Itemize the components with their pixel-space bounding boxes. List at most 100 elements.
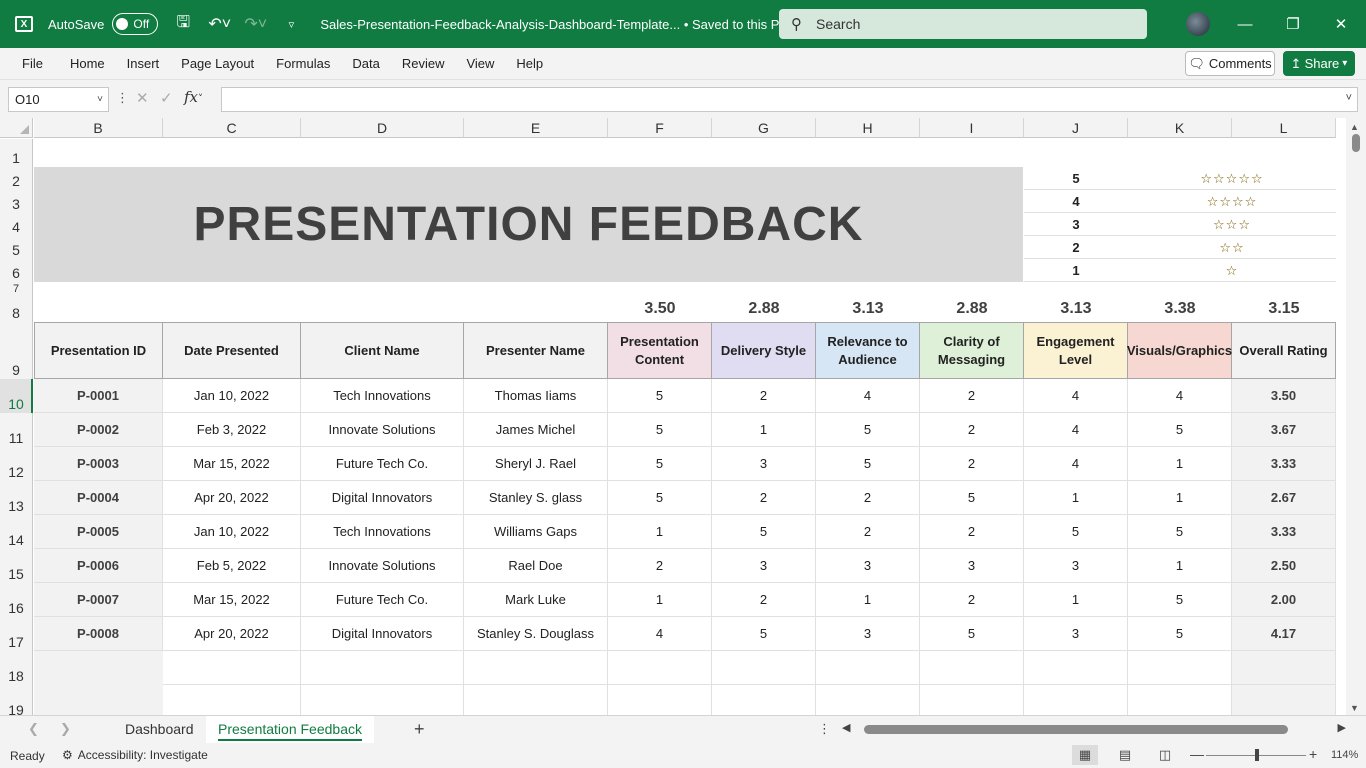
cell-presentation-id[interactable]: P-0007 (34, 583, 163, 617)
column-header-l[interactable]: L (1232, 118, 1336, 138)
empty-cell[interactable] (163, 685, 301, 715)
accessibility-status[interactable]: ⚙ Accessibility: Investigate (62, 748, 208, 762)
vertical-scrollbar[interactable]: ▲ ▼ (1346, 118, 1366, 715)
empty-cell[interactable] (816, 685, 920, 715)
cell-presenter[interactable]: James Michel (464, 413, 608, 447)
row-header-16[interactable]: 16 (0, 583, 33, 617)
cell-presenter[interactable]: Rael Doe (464, 549, 608, 583)
menu-page-layout[interactable]: Page Layout (170, 56, 265, 71)
cell-engagement[interactable]: 4 (1024, 379, 1128, 413)
row-header-7[interactable]: 7 (0, 282, 33, 295)
cell-clarity[interactable]: 2 (920, 515, 1024, 549)
cell-client[interactable]: Future Tech Co. (301, 447, 464, 481)
menu-formulas[interactable]: Formulas (265, 56, 341, 71)
cell-overall[interactable]: 2.67 (1232, 481, 1336, 515)
horizontal-scrollbar[interactable]: ◀ ▶ (840, 721, 1348, 738)
cell-date[interactable]: Mar 15, 2022 (163, 583, 301, 617)
cell-engagement[interactable]: 4 (1024, 413, 1128, 447)
menu-data[interactable]: Data (341, 56, 390, 71)
column-header-g[interactable]: G (712, 118, 816, 138)
empty-cell[interactable] (816, 651, 920, 685)
cell-relevance[interactable]: 2 (816, 515, 920, 549)
header-overall-rating[interactable]: Overall Rating (1232, 322, 1336, 379)
row-header-17[interactable]: 17 (0, 617, 33, 651)
header-engagement[interactable]: Engagement Level (1024, 322, 1128, 379)
header-date-presented[interactable]: Date Presented (163, 322, 301, 379)
average-engagement[interactable]: 3.13 (1024, 298, 1128, 320)
cell-content[interactable]: 1 (608, 515, 712, 549)
cell-overall[interactable]: 3.67 (1232, 413, 1336, 447)
zoom-in-icon[interactable]: + (1309, 746, 1317, 762)
cell-delivery[interactable]: 1 (712, 413, 816, 447)
cell-presentation-id[interactable]: P-0002 (34, 413, 163, 447)
formula-input[interactable]: ˅ (221, 87, 1358, 112)
cell-engagement[interactable]: 1 (1024, 481, 1128, 515)
cell-client[interactable]: Innovate Solutions (301, 549, 464, 583)
empty-cell[interactable] (34, 651, 163, 715)
name-box[interactable]: O10 ˅ (8, 87, 109, 112)
cell-engagement[interactable]: 1 (1024, 583, 1128, 617)
row-header-12[interactable]: 12 (0, 447, 33, 481)
cell-client[interactable]: Digital Innovators (301, 481, 464, 515)
row-header-5[interactable]: 5 (0, 236, 33, 259)
empty-cell[interactable] (464, 651, 608, 685)
autosave-toggle[interactable]: Off (112, 13, 159, 35)
cell-relevance[interactable]: 5 (816, 447, 920, 481)
empty-cell[interactable] (1024, 685, 1128, 715)
scroll-right-icon[interactable]: ▶ (1338, 721, 1346, 734)
cell-visuals[interactable]: 5 (1128, 515, 1232, 549)
cell-overall[interactable]: 3.33 (1232, 447, 1336, 481)
cell-engagement[interactable]: 3 (1024, 617, 1128, 651)
cell-presenter[interactable]: Stanley S. Douglass (464, 617, 608, 651)
menu-file[interactable]: File (0, 56, 59, 71)
row-header-9[interactable]: 9 (0, 322, 33, 379)
cell-presenter[interactable]: Stanley S. glass (464, 481, 608, 515)
document-title[interactable]: Sales-Presentation-Feedback-Analysis-Das… (320, 17, 800, 32)
sheet-tab-dashboard[interactable]: Dashboard (113, 716, 206, 743)
column-header-e[interactable]: E (464, 118, 608, 138)
empty-cell[interactable] (712, 651, 816, 685)
average-relevance[interactable]: 3.13 (816, 298, 920, 320)
share-button[interactable]: ↥ Share ▾ (1283, 51, 1355, 76)
minimize-icon[interactable]: — (1222, 0, 1268, 48)
add-sheet-icon[interactable]: + (414, 719, 425, 740)
redo-icon[interactable]: ↷˅ (244, 14, 267, 34)
cell-relevance[interactable]: 3 (816, 549, 920, 583)
empty-cell[interactable] (1232, 685, 1336, 715)
cell-overall[interactable]: 2.50 (1232, 549, 1336, 583)
cell-client[interactable]: Tech Innovations (301, 515, 464, 549)
column-header-i[interactable]: I (920, 118, 1024, 138)
cell-date[interactable]: Mar 15, 2022 (163, 447, 301, 481)
cell-relevance[interactable]: 5 (816, 413, 920, 447)
column-header-h[interactable]: H (816, 118, 920, 138)
empty-cell[interactable] (1232, 651, 1336, 685)
avatar[interactable] (1186, 12, 1210, 36)
row-header-3[interactable]: 3 (0, 190, 33, 213)
header-presenter-name[interactable]: Presenter Name (464, 322, 608, 379)
cell-relevance[interactable]: 2 (816, 481, 920, 515)
cell-engagement[interactable]: 5 (1024, 515, 1128, 549)
cell-engagement[interactable]: 4 (1024, 447, 1128, 481)
cell-content[interactable]: 5 (608, 379, 712, 413)
comments-button[interactable]: 🗨 Comments (1185, 51, 1275, 76)
row-header-10[interactable]: 10 (0, 379, 33, 413)
cell-presentation-id[interactable]: P-0005 (34, 515, 163, 549)
cell-date[interactable]: Feb 5, 2022 (163, 549, 301, 583)
empty-cell[interactable] (301, 685, 464, 715)
cell-client[interactable]: Innovate Solutions (301, 413, 464, 447)
menu-home[interactable]: Home (59, 56, 116, 71)
empty-cell[interactable] (920, 651, 1024, 685)
cell-presenter[interactable]: Thomas Iiams (464, 379, 608, 413)
more-options-icon[interactable]: ⋮ (116, 90, 129, 106)
cell-presenter[interactable]: Sheryl J. Rael (464, 447, 608, 481)
cell-presentation-id[interactable]: P-0006 (34, 549, 163, 583)
cell-date[interactable]: Jan 10, 2022 (163, 515, 301, 549)
cell-client[interactable]: Digital Innovators (301, 617, 464, 651)
row-header-13[interactable]: 13 (0, 481, 33, 515)
cancel-icon[interactable]: ✕ (136, 89, 149, 107)
row-header-19[interactable]: 19 (0, 685, 33, 715)
scroll-up-icon[interactable]: ▲ (1350, 122, 1359, 132)
cell-delivery[interactable]: 2 (712, 583, 816, 617)
cell-date[interactable]: Apr 20, 2022 (163, 617, 301, 651)
cell-clarity[interactable]: 2 (920, 583, 1024, 617)
